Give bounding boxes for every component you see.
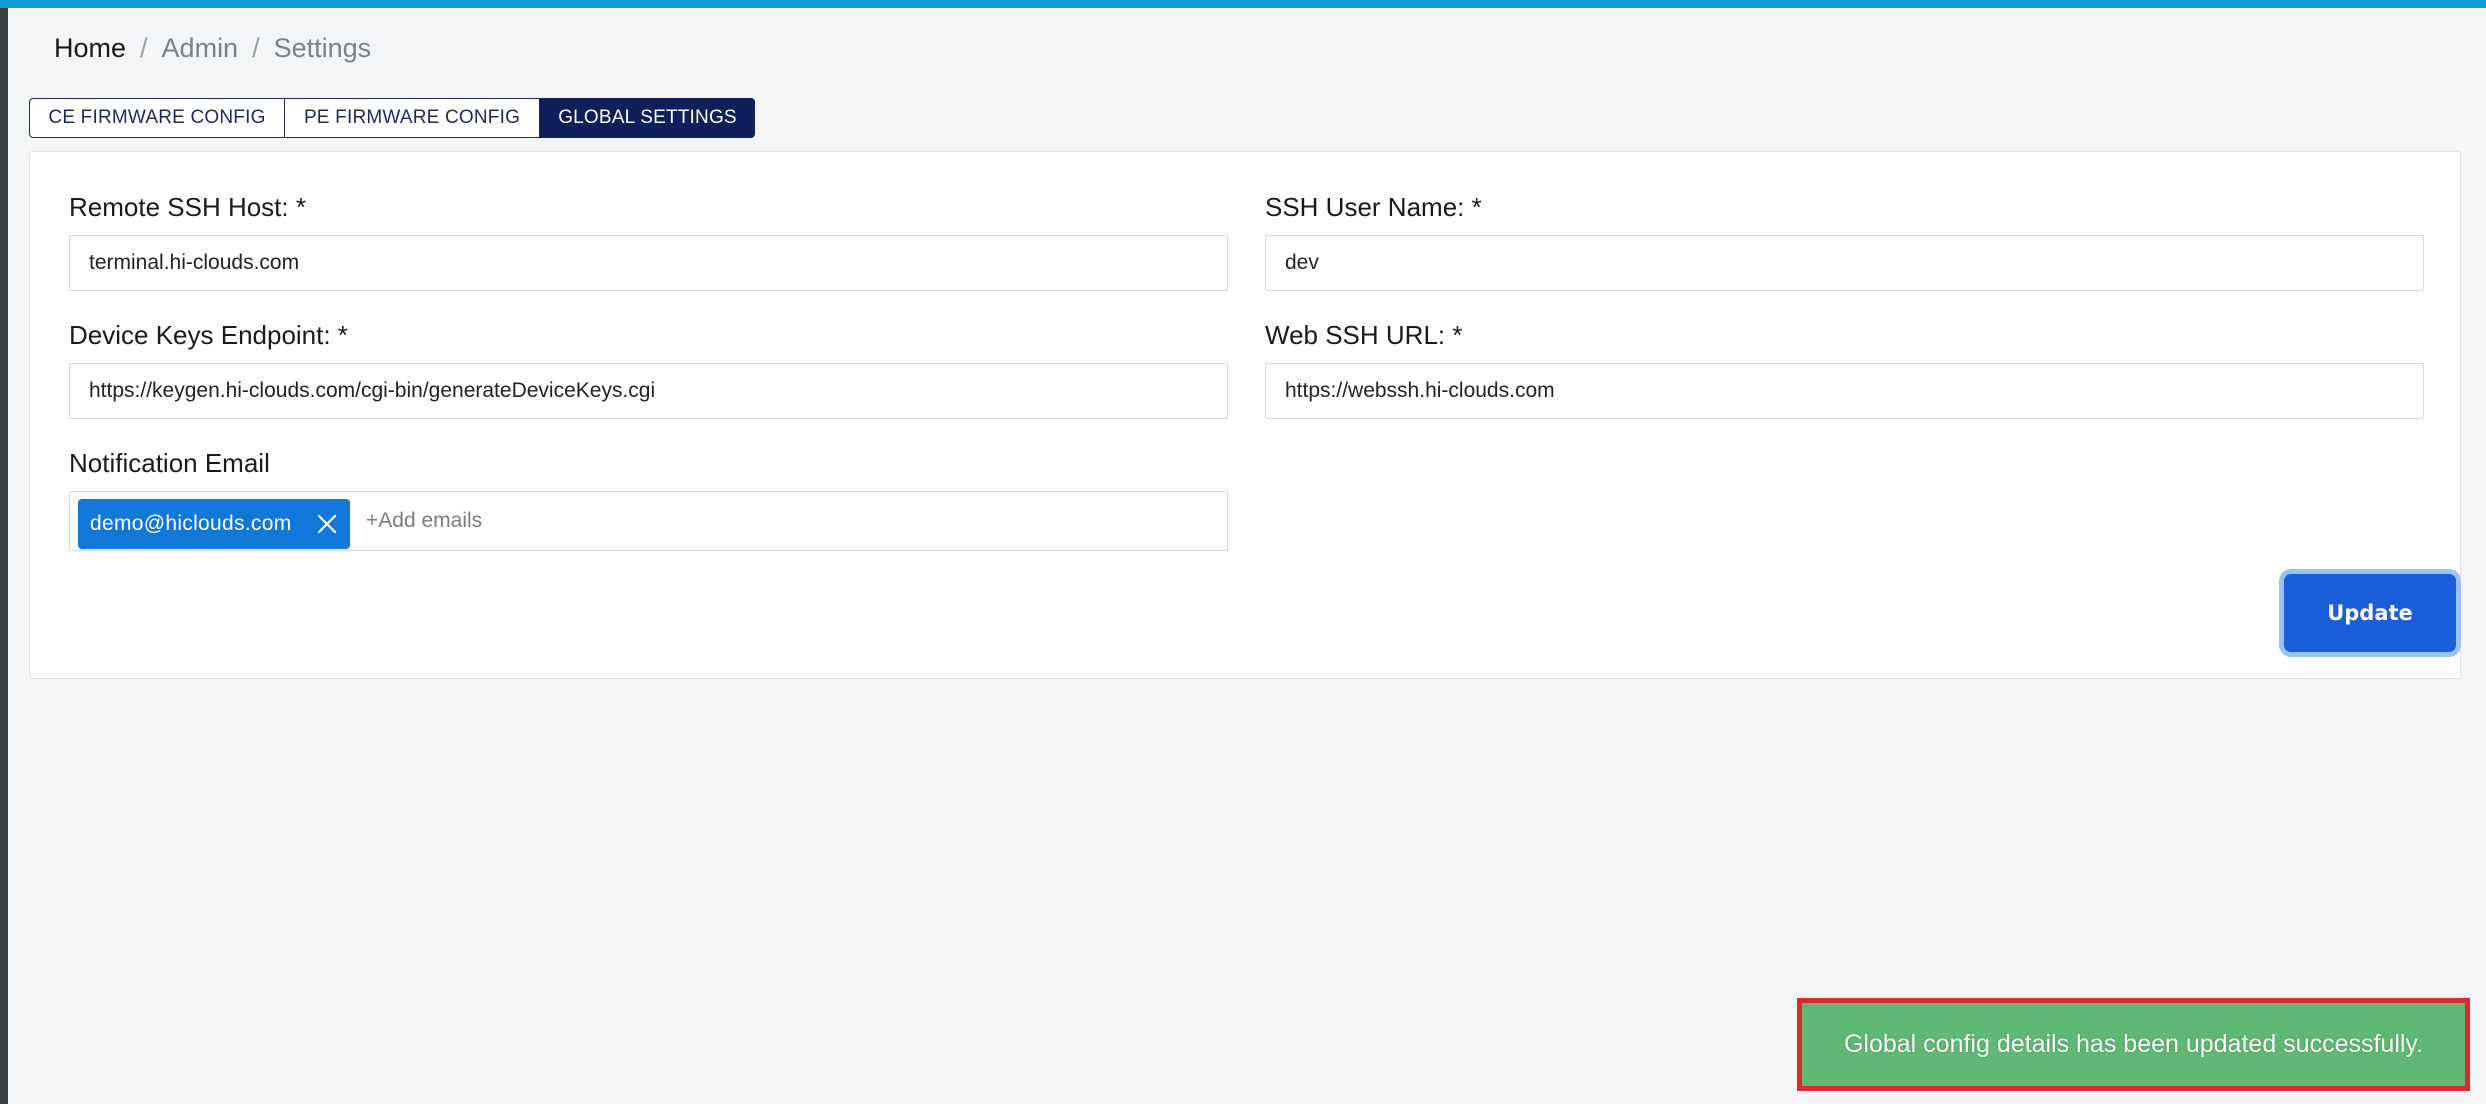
add-email-input[interactable] [366, 502, 1206, 540]
tab-global-settings[interactable]: GLOBAL SETTINGS [540, 98, 755, 138]
remote-ssh-host-label: Remote SSH Host: * [69, 192, 306, 222]
breadcrumb: Home / Admin / Settings [54, 30, 371, 66]
success-toast: Global config details has been updated s… [1797, 998, 2470, 1091]
tab-pe-firmware-config[interactable]: PE FIRMWARE CONFIG [285, 98, 540, 138]
global-settings-panel: Remote SSH Host: * SSH User Name: * Devi… [29, 151, 2461, 679]
left-sidebar-edge [0, 8, 8, 1104]
ssh-user-name-label: SSH User Name: * [1265, 192, 1482, 222]
top-accent-bar [0, 0, 2486, 8]
web-ssh-url-input[interactable] [1265, 363, 2424, 419]
breadcrumb-separator: / [252, 32, 260, 63]
breadcrumb-home[interactable]: Home [54, 33, 126, 64]
breadcrumb-admin[interactable]: Admin [162, 33, 239, 64]
notification-email-label: Notification Email [69, 448, 270, 478]
update-button[interactable]: Update [2284, 574, 2456, 652]
close-icon[interactable] [316, 513, 338, 535]
device-keys-endpoint-label: Device Keys Endpoint: * [69, 320, 348, 350]
remote-ssh-host-input[interactable] [69, 235, 1228, 291]
email-chip: demo@hiclouds.com [78, 499, 350, 549]
ssh-user-name-input[interactable] [1265, 235, 2424, 291]
tab-ce-firmware-config[interactable]: CE FIRMWARE CONFIG [29, 98, 285, 138]
settings-tabs: CE FIRMWARE CONFIG PE FIRMWARE CONFIG GL… [29, 98, 755, 138]
web-ssh-url-label: Web SSH URL: * [1265, 320, 1463, 350]
breadcrumb-settings: Settings [273, 32, 372, 63]
device-keys-endpoint-input[interactable] [69, 363, 1228, 419]
toast-message: Global config details has been updated s… [1843, 1030, 2424, 1058]
notification-email-field[interactable]: demo@hiclouds.com [69, 491, 1228, 551]
email-chip-text: demo@hiclouds.com [90, 512, 292, 535]
breadcrumb-separator: / [140, 32, 148, 63]
